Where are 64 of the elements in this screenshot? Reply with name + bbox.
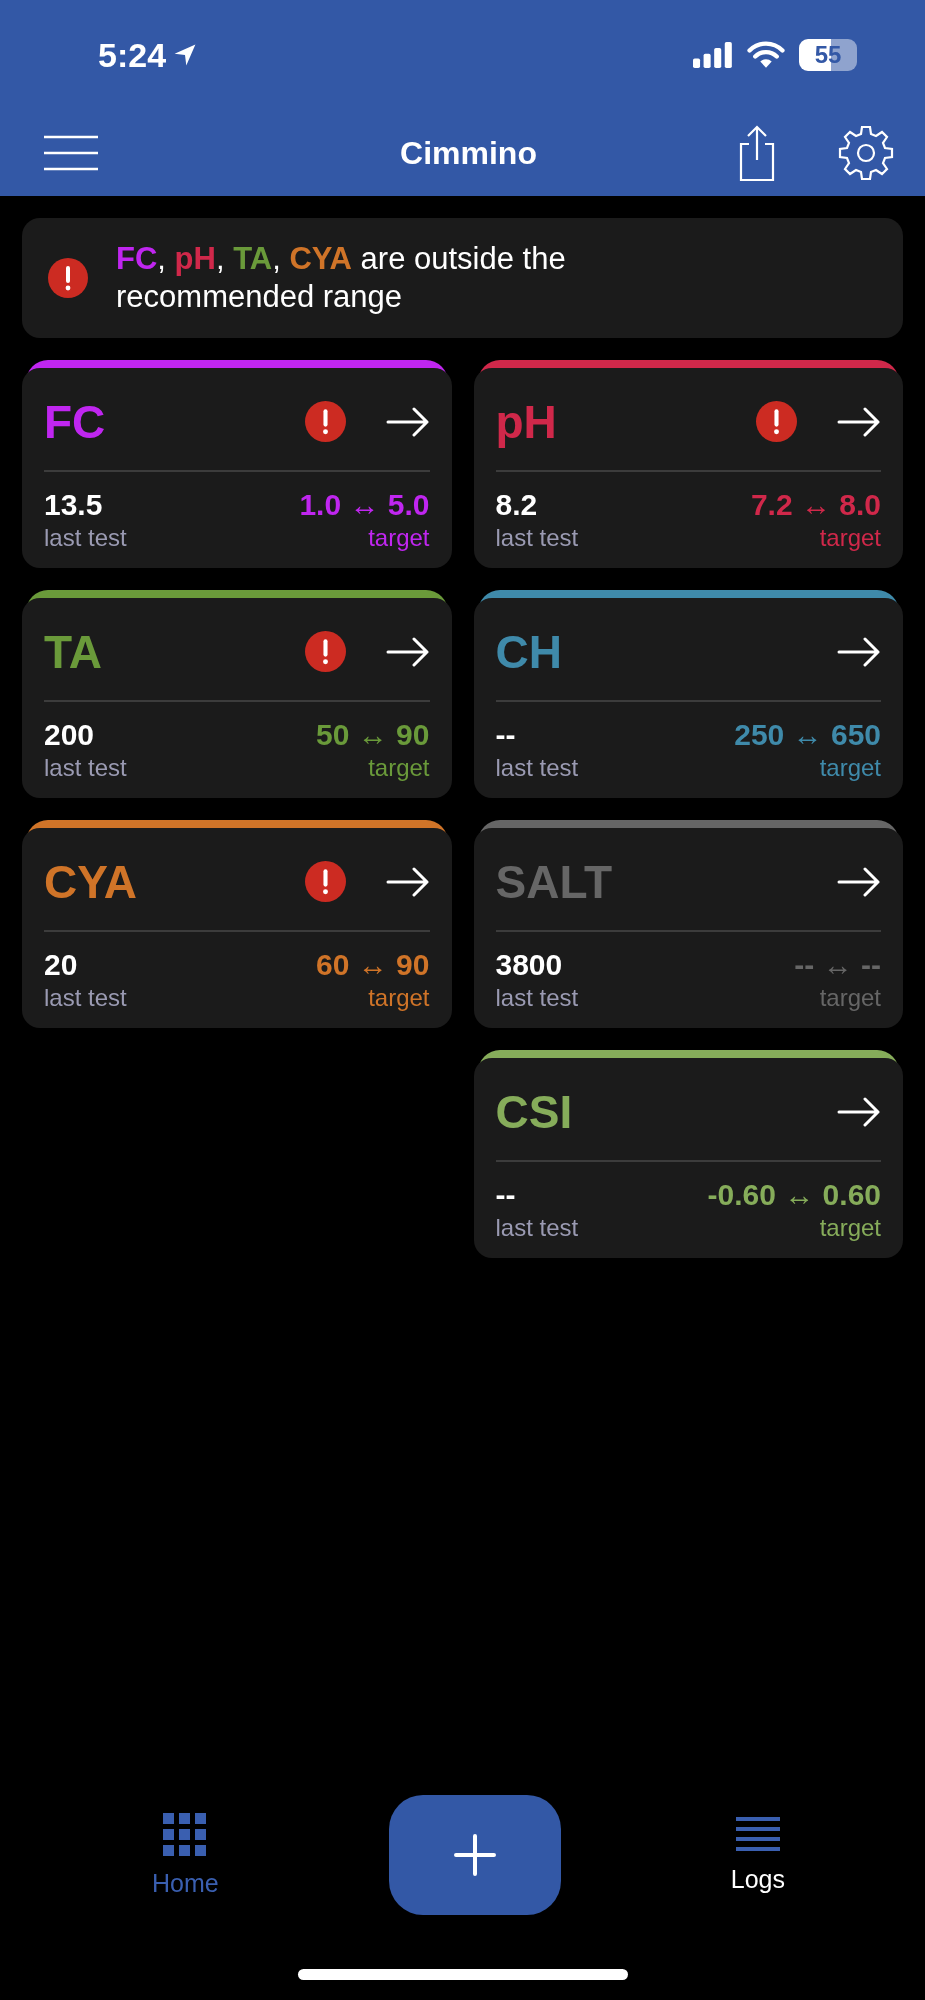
target-label: target	[368, 983, 430, 1012]
add-button[interactable]	[388, 1795, 561, 1915]
parameter-name: SALT	[495, 854, 614, 909]
last-test-value: 200	[44, 717, 96, 752]
signal-icon	[693, 42, 733, 68]
status-time: 5:24	[98, 35, 167, 75]
target-label: target	[819, 1213, 881, 1242]
parameter-card[interactable]: SALT 3800 last test -- ↔ -- target	[473, 827, 903, 1028]
parameter-name: pH	[495, 394, 558, 449]
last-test-label: last test	[44, 523, 127, 552]
parameter-name: CYA	[44, 854, 138, 909]
list-icon	[735, 1816, 780, 1853]
tab-item[interactable]: Logs	[730, 1816, 785, 1894]
target-label: target	[368, 753, 430, 782]
arrow-right-icon[interactable]	[385, 406, 430, 437]
arrow-right-icon[interactable]	[837, 636, 881, 667]
target-range: 250 ↔ 650	[734, 717, 881, 752]
app-title: Cimmino	[400, 134, 537, 172]
alert-message: FC, pH, TA, CYA are outside the recommended range	[116, 240, 567, 316]
arrow-right-icon[interactable]	[837, 406, 881, 437]
last-test-value: 20	[44, 947, 79, 982]
parameter-name: FC	[44, 394, 107, 449]
target-range: 7.2 ↔ 8.0	[750, 487, 881, 522]
target-range: -- ↔ --	[794, 947, 881, 982]
target-range: -0.60 ↔ 0.60	[707, 1177, 881, 1212]
parameter-card[interactable]: TA 200 last test 50 ↔ 90 target	[22, 597, 452, 798]
target-range: 50 ↔ 90	[316, 717, 430, 752]
parameter-name: CSI	[495, 1084, 574, 1139]
last-test-value: 13.5	[44, 487, 104, 522]
arrow-right-icon[interactable]	[837, 1096, 881, 1127]
target-label: target	[819, 753, 881, 782]
parameter-card[interactable]: CH -- last test 250 ↔ 650 target	[473, 597, 903, 798]
last-test-value: --	[495, 1177, 517, 1212]
arrow-right-icon[interactable]	[385, 636, 430, 667]
settings-icon[interactable]	[837, 124, 895, 182]
last-test-label: last test	[495, 1213, 579, 1242]
parameter-name: TA	[44, 624, 103, 679]
last-test-label: last test	[44, 983, 127, 1012]
target-label: target	[819, 983, 881, 1012]
battery-indicator: 55	[799, 39, 857, 71]
parameter-card[interactable]: CYA 20 last test 60 ↔ 90 target	[22, 827, 452, 1028]
last-test-label: last test	[495, 753, 579, 782]
arrow-right-icon[interactable]	[837, 866, 881, 897]
target-range: 60 ↔ 90	[316, 947, 430, 982]
parameter-card[interactable]: FC 13.5 last test 1.0 ↔ 5.0 target	[22, 367, 452, 568]
parameter-card[interactable]: CSI -- last test -0.60 ↔ 0.60 target	[473, 1057, 903, 1258]
target-range: 1.0 ↔ 5.0	[299, 487, 430, 522]
arrow-right-icon[interactable]	[385, 866, 430, 897]
last-test-value: --	[495, 717, 517, 752]
last-test-label: last test	[44, 753, 127, 782]
target-label: target	[819, 523, 881, 552]
last-test-value: 3800	[495, 947, 564, 982]
parameter-name: CH	[495, 624, 563, 679]
menu-icon[interactable]	[42, 134, 100, 172]
wifi-icon	[747, 41, 785, 69]
last-test-value: 8.2	[495, 487, 539, 522]
target-label: target	[368, 523, 430, 552]
parameter-card[interactable]: pH 8.2 last test 7.2 ↔ 8.0 target	[473, 367, 903, 568]
warning-icon	[48, 257, 88, 298]
grid-icon	[163, 1812, 208, 1857]
share-icon[interactable]	[737, 124, 777, 182]
plus-icon	[452, 1833, 497, 1877]
last-test-label: last test	[495, 983, 579, 1012]
last-test-label: last test	[495, 523, 579, 552]
